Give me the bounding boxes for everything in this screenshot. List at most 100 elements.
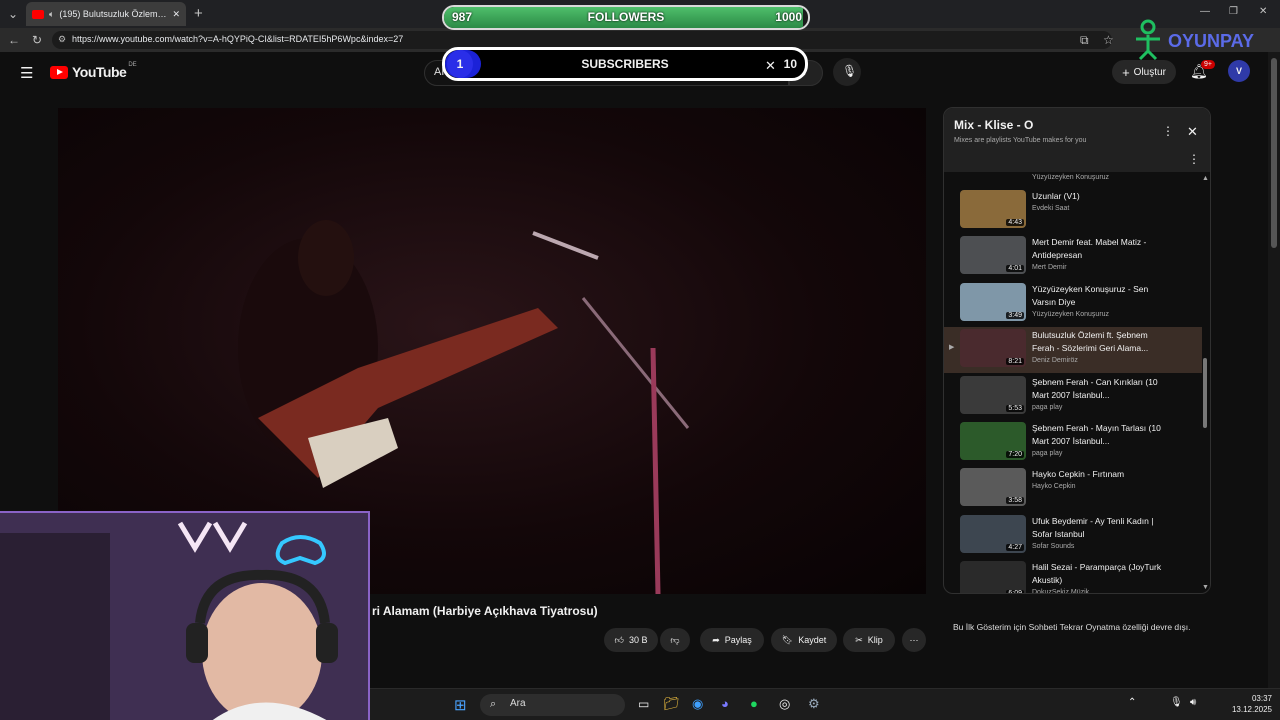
file-explorer-icon[interactable]: 📁︎ <box>663 696 680 712</box>
taskbar-search-icon: ⌕ <box>490 698 497 710</box>
close-tab-icon[interactable]: ✕ <box>172 9 180 20</box>
playlist-more-icon[interactable]: ⋮ <box>1162 124 1174 138</box>
more-actions-button[interactable]: ⋯ <box>902 628 926 652</box>
like-button[interactable]: 👍︎ 30 B <box>604 628 658 652</box>
share-label: Paylaş <box>724 635 752 645</box>
dislike-button[interactable]: 👎︎ <box>660 628 690 652</box>
brand-logo: OYUNPAY <box>1128 17 1258 65</box>
playlist-item-title[interactable]: Bulutsuzluk Özlemi ft. Şebnem Ferah - Sö… <box>1032 329 1172 355</box>
spotify-icon[interactable]: ● <box>750 696 758 711</box>
playlist-item[interactable]: 6:09 Halil Sezai - Paramparça (JoyTurk Ak… <box>944 559 1202 594</box>
share-button[interactable]: ➦ Paylaş <box>700 628 764 652</box>
discord-icon[interactable]: ◕ <box>721 696 729 711</box>
youtube-play-icon <box>50 65 68 79</box>
playlist-item[interactable]: 4:01 Mert Demir feat. Mabel Matiz - Antid… <box>944 234 1202 280</box>
reload-icon[interactable]: ↻ <box>32 34 42 46</box>
taskbar: ⊞ ⌕ Ara ▭ 📁︎ ◉ ◕ ● ◎ ⚙ ⌃ 🎙︎ 🔊︎ 03:37 13.… <box>370 688 1280 720</box>
playlist-thumbnail[interactable]: 3:49 <box>960 283 1026 321</box>
favorite-icon[interactable]: ☆ <box>1103 34 1114 46</box>
task-view-icon[interactable]: ▭ <box>638 697 649 711</box>
playlist-item[interactable]: 4:27 Ufuk Beydemir - Ay Tenli Kadın | Sof… <box>944 513 1202 559</box>
playlist-thumbnail[interactable]: 4:43 <box>960 190 1026 228</box>
thumbs-up-icon: 👍︎ <box>614 634 624 645</box>
extensions-icon[interactable]: ⧉ <box>1080 34 1089 46</box>
partial-channel-name: Yüzyüzeyken Konuşuruz <box>1032 174 1110 181</box>
like-count: 30 B <box>628 635 648 645</box>
maximize-icon[interactable]: ❐ <box>1229 7 1238 17</box>
scroll-up-icon[interactable]: ▲ <box>1202 175 1209 182</box>
playlist-item[interactable]: 3:49 Yüzyüzeyken Konuşuruz - Sen Varsın D… <box>944 281 1202 327</box>
followers-label: FOLLOWERS <box>587 10 665 24</box>
playlist-item-channel: DokuzSekiz Müzik <box>1032 589 1090 594</box>
close-window-icon[interactable]: ✕ <box>1259 7 1267 17</box>
clock-time: 03:37 <box>1251 694 1272 703</box>
now-playing-icon: ▶ <box>949 344 955 351</box>
playlist-item-title[interactable]: Mert Demir feat. Mabel Matiz - Antidepre… <box>1032 236 1172 262</box>
playlist-item-channel: Mert Demir <box>1032 264 1067 271</box>
playlist-thumbnail[interactable]: 5:53 <box>960 376 1026 414</box>
steam-icon[interactable]: ⚙ <box>808 696 820 712</box>
clip-button[interactable]: ✂ Klip <box>843 628 895 652</box>
playlist-item-channel: paga play <box>1032 404 1063 411</box>
playlist-item[interactable]: 4:43 Uzunlar (V1) Evdeki Saat <box>944 188 1202 234</box>
mic-icon: 🎙︎ <box>842 64 858 78</box>
playlist-item-title[interactable]: Ufuk Beydemir - Ay Tenli Kadın | Sofar I… <box>1032 515 1172 541</box>
playlist-item-title[interactable]: Uzunlar (V1) <box>1032 190 1172 203</box>
playlist-item-channel: Deniz Demiröz <box>1032 357 1078 364</box>
browser-tab[interactable]: 🔈︎ (195) Bulutsuzluk Özlemi ft. Şebnem ✕ <box>26 2 186 26</box>
scroll-down-icon[interactable]: ▼ <box>1202 584 1209 591</box>
volume-icon[interactable]: 🔊︎ <box>1190 697 1196 708</box>
video-duration: 3:58 <box>1006 497 1024 504</box>
playlist-item[interactable]: ▶ 8:21 Bulutsuzluk Özlemi ft. Şebnem Ferah… <box>944 327 1202 373</box>
playlist-thumbnail[interactable]: 4:27 <box>960 515 1026 553</box>
playlist-item-title[interactable]: Yüzyüzeyken Konuşuruz - Sen Varsın Diye <box>1032 283 1172 309</box>
video-duration: 4:01 <box>1006 265 1024 272</box>
playlist-item-channel: Evdeki Saat <box>1032 205 1070 212</box>
scroll-thumb[interactable] <box>1203 358 1207 428</box>
tray-arrow-icon[interactable]: ⌃ <box>1128 697 1136 708</box>
voice-search-button[interactable]: 🎙︎ <box>833 58 861 86</box>
brand-text: OYUNPAY <box>1168 31 1254 51</box>
site-info-icon[interactable]: ⚙ <box>58 34 66 45</box>
thumbs-down-icon: 👎︎ <box>670 634 680 645</box>
playlist-item-title[interactable]: Halil Sezai - Paramparça (JoyTurk Akusti… <box>1032 561 1172 587</box>
playlist-item-title[interactable]: Şebnem Ferah - Can Kırıkları (10 Mart 20… <box>1032 376 1172 402</box>
playlist-thumbnail[interactable]: 7:20 <box>960 422 1026 460</box>
microphone-tray-icon[interactable]: 🎙︎ <box>1170 697 1183 708</box>
playlist-thumbnail[interactable]: 4:01 <box>960 236 1026 274</box>
playlist-item[interactable]: 3:58 Hayko Cepkin - Fırtınam Hayko Cepkin <box>944 466 1202 512</box>
menu-icon[interactable]: ☰ <box>20 64 33 82</box>
playlist-item[interactable]: 5:53 Şebnem Ferah - Can Kırıkları (10 Mar… <box>944 374 1202 420</box>
playlist-options-icon[interactable]: ⋮ <box>1188 152 1200 166</box>
playlist-thumbnail[interactable]: 6:09 <box>960 561 1026 593</box>
webcam-overlay <box>0 511 370 720</box>
obs-icon[interactable]: ◎ <box>779 696 790 712</box>
edge-icon[interactable]: ◉ <box>692 696 703 712</box>
new-tab-icon[interactable]: + <box>194 6 203 21</box>
playlist-item-title[interactable]: Şebnem Ferah - Mayın Tarlası (10 Mart 20… <box>1032 422 1172 448</box>
create-label: Oluştur <box>1133 66 1166 78</box>
page-scrollbar[interactable] <box>1268 52 1280 688</box>
speaker-icon[interactable]: 🔈︎ <box>49 9 54 20</box>
save-button[interactable]: 🔖︎ Kaydet <box>771 628 837 652</box>
tab-list-icon[interactable]: ⌄ <box>8 8 18 20</box>
system-clock[interactable]: 03:37 13.12.2025 <box>1232 693 1272 715</box>
search-clear-icon[interactable]: ✕ <box>765 58 776 74</box>
windows-start-icon[interactable]: ⊞ <box>454 696 467 714</box>
video-duration: 8:21 <box>1006 358 1024 365</box>
page-scroll-thumb[interactable] <box>1271 58 1277 248</box>
back-icon[interactable]: ← <box>8 34 20 46</box>
youtube-logo[interactable]: YouTube DE <box>50 62 137 80</box>
share-icon: ➦ <box>712 634 720 645</box>
playlist-item[interactable]: 7:20 Şebnem Ferah - Mayın Tarlası (10 Mar… <box>944 420 1202 466</box>
playlist-close-icon[interactable]: ✕ <box>1187 124 1198 140</box>
minimize-icon[interactable]: — <box>1200 7 1210 17</box>
playlist-thumbnail[interactable]: 3:58 <box>960 468 1026 506</box>
playlist-scrollbar[interactable]: ▲ ▼ <box>1202 175 1209 592</box>
playlist-header: Mix - Klise - O Mixes are playlists YouT… <box>944 108 1210 172</box>
subscribers-goal: 10 <box>783 57 797 71</box>
playlist-item-channel: paga play <box>1032 450 1063 457</box>
taskbar-search[interactable]: ⌕ Ara <box>480 694 625 716</box>
playlist-thumbnail[interactable]: 8:21 <box>960 329 1026 367</box>
playlist-item-title[interactable]: Hayko Cepkin - Fırtınam <box>1032 468 1172 481</box>
